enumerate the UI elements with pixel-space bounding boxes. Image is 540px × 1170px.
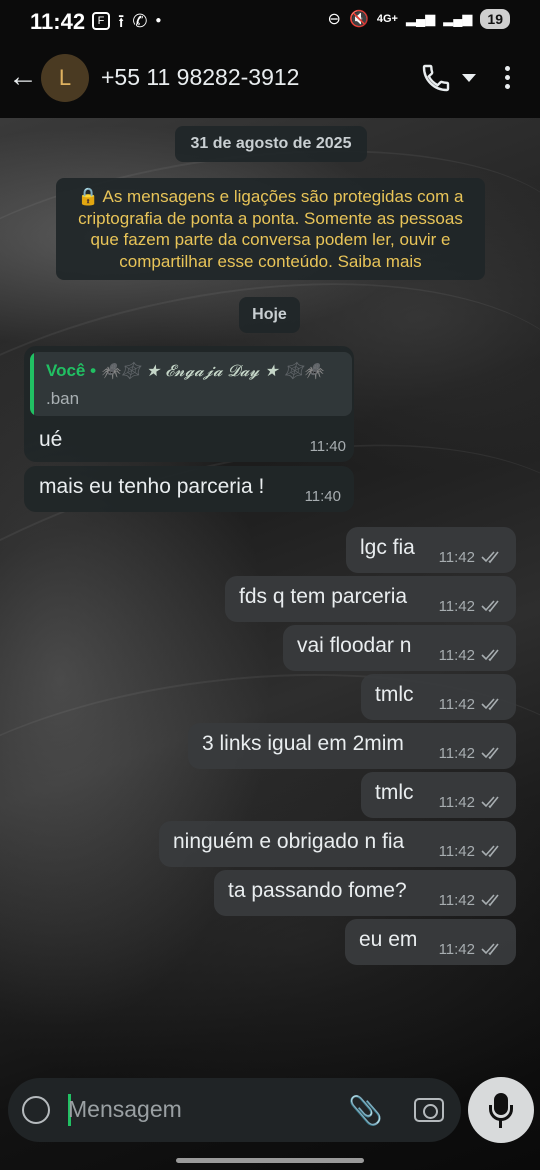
outgoing-message-bubble[interactable]: ninguém e obrigado n fia 11:42 (159, 821, 516, 867)
message-time: 11:40 (309, 438, 346, 455)
outgoing-message-bubble[interactable]: vai floodar n 11:42 (283, 625, 516, 671)
read-double-check-icon (481, 894, 499, 907)
outgoing-message-bubble[interactable]: tmlc 11:42 (361, 674, 516, 720)
read-double-check-icon (481, 600, 499, 613)
read-double-check-icon (481, 551, 499, 564)
status-bar: 11:42 F ⭱ ✆ ● ⊖ 🔇 4G+ ▂▄▆ ▂▄▆ 19 (0, 0, 540, 44)
whatsapp-icon: ✆ (132, 11, 148, 31)
message-time: 11:42 (438, 843, 475, 860)
more-options-icon[interactable] (505, 66, 511, 93)
message-text: mais eu tenho parceria ! (39, 475, 265, 498)
quoted-message[interactable]: Você • 🕷️🕸️ ★ 𝓔𝓷𝓰𝓪𝓳𝓪 𝓓𝓪𝔂 ★ 🕸️🕷️ .ban (30, 352, 352, 416)
read-double-check-icon (481, 845, 499, 858)
quote-author-suffix: 🕷️🕸️ ★ 𝓔𝓷𝓰𝓪𝓳𝓪 𝓓𝓪𝔂 ★ 🕸️🕷️ (100, 361, 324, 380)
contact-title[interactable]: +55 11 98282-3912 (101, 64, 299, 91)
upload-icon: ⭱ (118, 11, 125, 31)
message-text: eu em (359, 928, 418, 951)
message-input[interactable]: Mensagem (68, 1096, 182, 1123)
incoming-message-bubble[interactable]: mais eu tenho parceria ! 11:40 (24, 466, 354, 512)
message-text: 3 links igual em 2mim (202, 732, 404, 755)
message-text: vai floodar n (297, 634, 412, 657)
chat-header: ← L +55 11 98282-3912 (0, 44, 540, 118)
message-time: 11:42 (438, 549, 475, 566)
read-double-check-icon (481, 698, 499, 711)
home-indicator[interactable] (176, 1158, 364, 1163)
read-double-check-icon (481, 943, 499, 956)
message-text: tmlc (375, 683, 414, 706)
message-time: 11:42 (438, 794, 475, 811)
read-double-check-icon (481, 747, 499, 760)
dnd-icon: ⊖ (327, 11, 341, 28)
outgoing-message-bubble[interactable]: tmlc 11:42 (361, 772, 516, 818)
quote-text: .ban (46, 389, 80, 408)
outgoing-message-bubble[interactable]: ta passando fome? 11:42 (214, 870, 516, 916)
outgoing-message-bubble[interactable]: fds q tem parceria 11:42 (225, 576, 516, 622)
quote-accent-bar (30, 352, 34, 416)
outgoing-message-bubble[interactable]: eu em 11:42 (345, 919, 516, 965)
outgoing-message-bubble[interactable]: 3 links igual em 2mim 11:42 (188, 723, 516, 769)
incoming-message-bubble[interactable]: Você • 🕷️🕸️ ★ 𝓔𝓷𝓰𝓪𝓳𝓪 𝓓𝓪𝔂 ★ 🕸️🕷️ .ban ué … (24, 346, 354, 462)
encryption-notice[interactable]: 🔒 As mensagens e ligações são protegidas… (56, 178, 485, 280)
message-text: ninguém e obrigado n fia (173, 830, 405, 853)
phone-call-icon[interactable] (420, 62, 452, 94)
network-type: 4G+ (376, 13, 398, 25)
message-text: fds q tem parceria (239, 585, 408, 608)
call-options-chevron-down-icon[interactable] (462, 74, 476, 82)
message-time: 11:42 (438, 941, 475, 958)
message-time: 11:40 (304, 488, 341, 505)
read-double-check-icon (481, 649, 499, 662)
quote-author: Você • 🕷️🕸️ ★ 𝓔𝓷𝓰𝓪𝓳𝓪 𝓓𝓪𝔂 ★ 🕸️🕷️ (46, 361, 324, 380)
signal-icon-2: ▂▄▆ (443, 11, 473, 26)
back-arrow-icon[interactable]: ← (8, 62, 38, 92)
message-text: tmlc (375, 781, 414, 804)
message-time: 11:42 (438, 892, 475, 909)
date-chip: 31 de agosto de 2025 (175, 126, 367, 162)
message-text: lgc fia (360, 536, 415, 559)
camera-icon[interactable] (414, 1098, 444, 1122)
today-chip: Hoje (239, 297, 300, 333)
emoji-sticker-icon[interactable] (22, 1096, 50, 1124)
message-time: 11:42 (438, 745, 475, 762)
mute-icon: 🔇 (348, 11, 369, 28)
signal-icon: ▂▄▆ (405, 11, 436, 26)
more-notifications-dot-icon: ● (155, 15, 162, 26)
message-time: 11:42 (438, 696, 475, 713)
battery-indicator: 19 (480, 9, 510, 29)
message-text: ta passando fome? (228, 879, 407, 902)
voice-message-button[interactable] (468, 1077, 534, 1143)
avatar[interactable]: L (41, 54, 89, 102)
status-time: 11:42 (30, 9, 86, 34)
read-double-check-icon (481, 796, 499, 809)
message-text: ué (39, 428, 63, 451)
attach-clip-icon[interactable]: 📎 (348, 1094, 383, 1127)
app-notification-icon: F (92, 12, 110, 30)
outgoing-message-bubble[interactable]: lgc fia 11:42 (346, 527, 516, 573)
message-time: 11:42 (438, 647, 475, 664)
message-time: 11:42 (438, 598, 475, 615)
message-composer[interactable]: Mensagem 📎 (8, 1078, 461, 1142)
